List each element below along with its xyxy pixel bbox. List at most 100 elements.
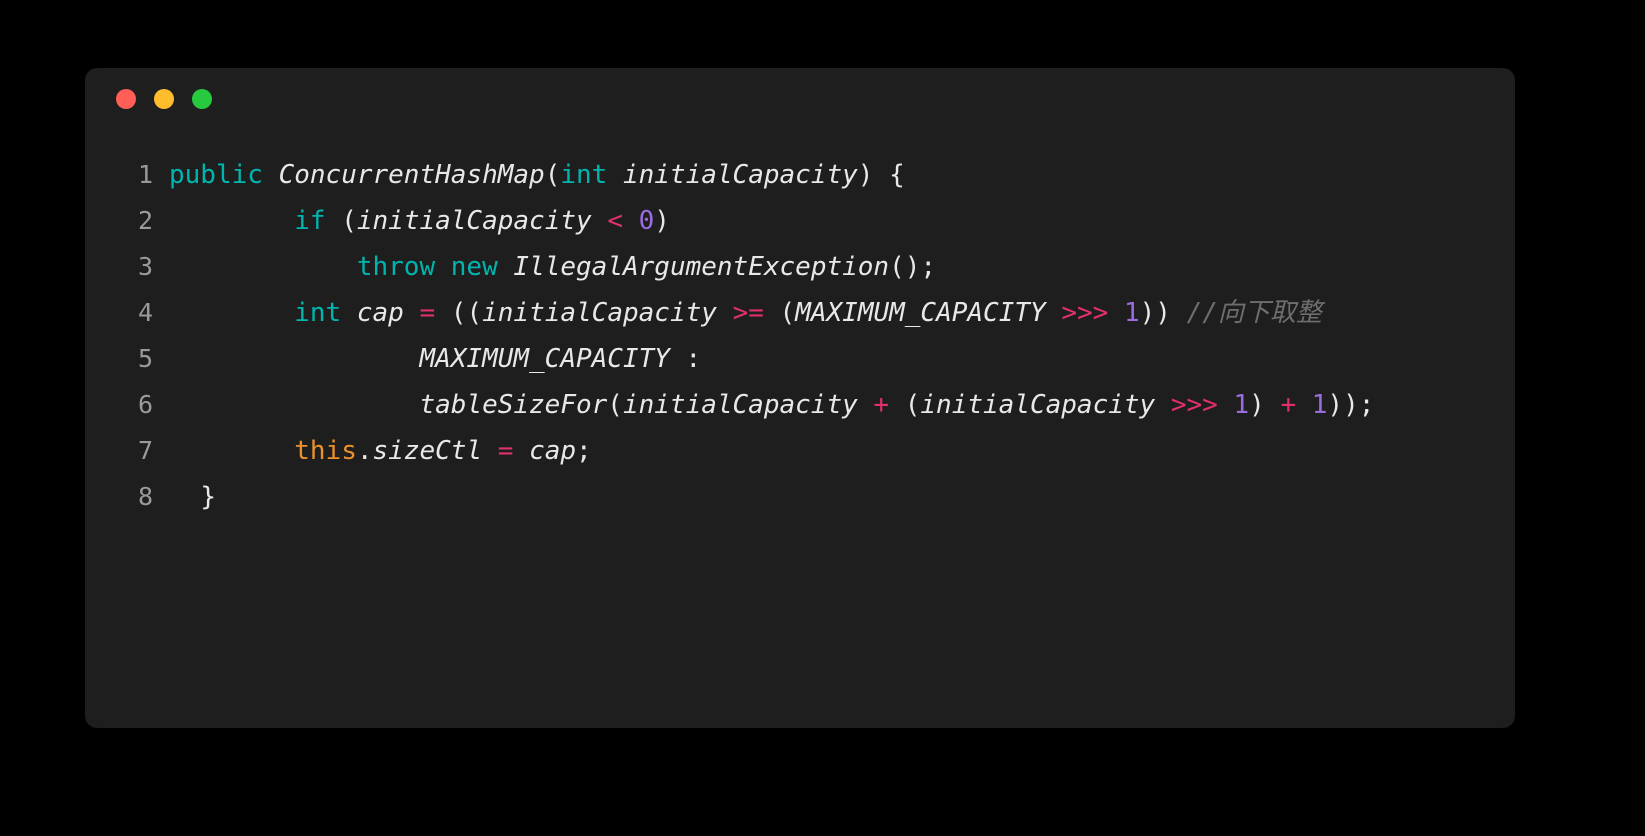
code-token-kw: new	[450, 252, 498, 282]
code-token-punct: ) {	[857, 160, 905, 190]
code-token-ident: ConcurrentHashMap	[278, 160, 545, 190]
code-line: 6 tableSizeFor(initialCapacity + (initia…	[111, 382, 1489, 428]
code-token-op: =	[419, 298, 436, 328]
code-token-this: this	[294, 436, 357, 466]
code-line-text: this.sizeCtl = cap;	[153, 428, 1489, 474]
code-token-punct: (	[763, 298, 796, 328]
code-token-num: 1	[1311, 390, 1328, 420]
code-line-text: throw new IllegalArgumentException();	[153, 244, 1489, 290]
line-number: 7	[137, 436, 153, 465]
code-token-punct: .	[356, 436, 373, 466]
code-token-punct: (	[607, 390, 623, 420]
code-token-ident: initialCapacity	[356, 206, 592, 236]
line-number: 6	[137, 390, 153, 419]
code-line: 1 public ConcurrentHashMap(int initialCap…	[111, 152, 1489, 198]
line-number: 3	[137, 252, 153, 281]
code-token-ident: initialCapacity	[622, 390, 858, 420]
code-line-text: public ConcurrentHashMap(int initialCapa…	[153, 152, 1489, 198]
code-token-ident: IllegalArgumentException	[513, 252, 890, 282]
code-token-op: +	[1280, 390, 1297, 420]
code-token-ident: cap	[529, 436, 577, 466]
code-line-text: int cap = ((initialCapacity >= (MAXIMUM_…	[153, 290, 1489, 336]
code-token-comment: //向下取整	[1186, 298, 1322, 328]
code-token-ident: tableSizeFor	[419, 390, 608, 420]
code-token-punct: (	[544, 160, 561, 190]
code-line-text: MAXIMUM_CAPACITY :	[153, 336, 1489, 382]
code-line: 7 this.sizeCtl = cap;	[111, 428, 1489, 474]
code-token-punct: )	[1249, 390, 1281, 420]
line-number: 2	[137, 206, 153, 235]
code-token-num: 1	[1123, 298, 1140, 328]
code-token-op: +	[873, 390, 890, 420]
code-token-op: =	[497, 436, 514, 466]
maximize-window-button[interactable]	[192, 89, 212, 109]
code-line: 5 MAXIMUM_CAPACITY :	[111, 336, 1489, 382]
code-token-punct: (	[889, 390, 921, 420]
code-token-punct: ;	[576, 436, 592, 466]
code-token-punct: )	[654, 206, 670, 236]
code-token-punct: ();	[889, 252, 937, 282]
code-token-kw: if	[294, 206, 326, 236]
line-number: 1	[137, 160, 153, 189]
code-token-op: >>>	[1061, 298, 1109, 328]
code-token-punct: }	[169, 482, 216, 512]
code-token-punct: (	[325, 206, 357, 236]
code-token-punct: :	[669, 344, 702, 374]
code-line-list: 1 public ConcurrentHashMap(int initialCap…	[111, 152, 1489, 520]
code-line-text: }	[153, 474, 1489, 520]
code-line-text: if (initialCapacity < 0)	[153, 198, 1489, 244]
code-token-kw: throw	[356, 252, 436, 282]
code-token-punct: ))	[1139, 298, 1187, 328]
code-token-ident: initialCapacity	[482, 298, 717, 328]
code-line: 4 int cap = ((initialCapacity >= (MAXIMU…	[111, 290, 1489, 336]
code-line: 8 }	[111, 474, 1489, 520]
code-token-ident: initialCapacity	[920, 390, 1156, 420]
code-token-num: 1	[1233, 390, 1250, 420]
line-number: 4	[137, 298, 153, 327]
code-window-card: 1 public ConcurrentHashMap(int initialCap…	[85, 68, 1515, 728]
code-line: 2 if (initialCapacity < 0)	[111, 198, 1489, 244]
code-token-kw: int	[560, 160, 608, 190]
line-number: 5	[137, 344, 153, 373]
code-token-ident: MAXIMUM_CAPACITY	[795, 298, 1046, 328]
code-token-ident: initialCapacity	[622, 160, 858, 190]
code-token-ident: sizeCtl	[372, 436, 483, 466]
code-token-kw: int	[294, 298, 342, 328]
code-token-op: <	[607, 206, 623, 236]
code-token-num: 0	[638, 206, 655, 236]
code-token-op: >=	[732, 298, 764, 328]
code-token-op: >>>	[1170, 390, 1218, 420]
code-token-punct: ));	[1327, 390, 1375, 420]
line-number: 8	[137, 482, 153, 511]
code-editor-body[interactable]: 1 public ConcurrentHashMap(int initialCap…	[85, 130, 1515, 728]
code-token-ident: MAXIMUM_CAPACITY	[419, 344, 670, 374]
minimize-window-button[interactable]	[154, 89, 174, 109]
code-line-text: tableSizeFor(initialCapacity + (initialC…	[153, 382, 1489, 428]
close-window-button[interactable]	[116, 89, 136, 109]
code-token-kw: public	[169, 160, 263, 190]
code-token-punct: ((	[435, 298, 483, 328]
code-token-ident: cap	[356, 298, 404, 328]
